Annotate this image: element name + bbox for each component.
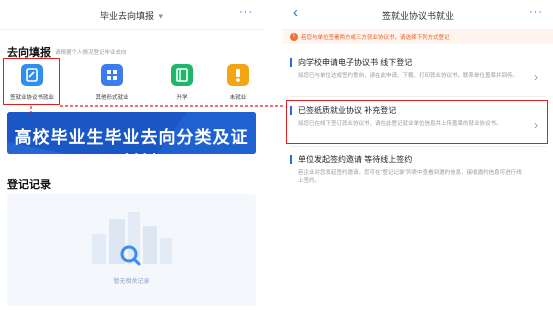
right-phone-screen: ‹ 签就业协议书就业 ··· ! 若您与单位签署两方或三方就业协议书，请选择下列…: [283, 0, 553, 311]
card-title: 单位发起签约邀请 等待线上签约: [290, 155, 546, 164]
notice-text: 若您与单位签署两方或三方就业协议书，请选择下列方式登记: [301, 35, 450, 41]
empty-illustration: [92, 212, 172, 266]
fill-item-label: 升学: [176, 95, 188, 101]
page-title-text: 毕业去向填报: [99, 11, 154, 21]
highlight-box: [3, 58, 60, 105]
left-phone-screen: 毕业去向填报 ▾ ··· 去向填报 请根据个人情况登记毕业去向 签就业协议书就业…: [0, 0, 263, 311]
fill-item-label: 未就业: [229, 95, 247, 101]
fill-item-unemployed[interactable]: 未就业: [208, 64, 268, 101]
left-topbar: 毕业去向填报 ▾ ···: [0, 0, 263, 30]
more-icon[interactable]: ···: [529, 6, 543, 18]
highlight-box: [286, 100, 548, 144]
pending-icon: [227, 64, 249, 86]
fill-item-other[interactable]: 其他形式就业: [82, 64, 142, 101]
more-icon[interactable]: ···: [239, 6, 253, 18]
book-icon: [171, 64, 193, 86]
grid-icon: [101, 64, 123, 86]
records-empty-area: 暂无相关记录: [7, 194, 256, 306]
page-title: 签就业协议书就业: [381, 11, 454, 21]
card-desc: 如您已与单位达成签约意向，请在此申请、下载、打印就业协议书，联系单位盖章并回传。: [298, 73, 519, 79]
chevron-down-icon: ▾: [158, 11, 164, 21]
notice-bar: ! 若您与单位签署两方或三方就业协议书，请选择下列方式登记: [283, 30, 553, 44]
fill-section-hint: 请根据个人情况登记毕业去向: [55, 50, 127, 56]
banner-text: 高校毕业生毕业去向分类及证明材料: [14, 128, 249, 154]
fill-item-further-study[interactable]: 升学: [152, 64, 212, 101]
fill-item-label: 其他形式就业: [95, 95, 129, 101]
records-title: 登记记录: [7, 179, 51, 191]
divider: [290, 96, 546, 97]
page-title[interactable]: 毕业去向填报 ▾: [0, 9, 263, 22]
option-card-apply-electronic[interactable]: 向学校申请电子协议书 线下登记 如您已与单位达成签约意向，请在此申请、下载、打印…: [290, 58, 546, 84]
empty-text: 暂无相关记录: [113, 279, 150, 285]
banner[interactable]: 高校毕业生毕业去向分类及证明材料: [7, 112, 256, 154]
card-desc: 若企业对您发起签约邀请，您可在“登记记录”列表中查看到邀约信息，接收邀约信息可进…: [298, 170, 522, 184]
right-topbar: ‹ 签就业协议书就业 ···: [283, 0, 553, 30]
card-title: 向学校申请电子协议书 线下登记: [290, 58, 546, 67]
divider: [290, 146, 546, 147]
chevron-right-icon: ›: [534, 70, 538, 84]
warning-icon: !: [290, 33, 298, 41]
option-card-wait-invite[interactable]: 单位发起签约邀请 等待线上签约 若企业对您发起签约邀请，您可在“登记记录”列表中…: [290, 155, 546, 185]
